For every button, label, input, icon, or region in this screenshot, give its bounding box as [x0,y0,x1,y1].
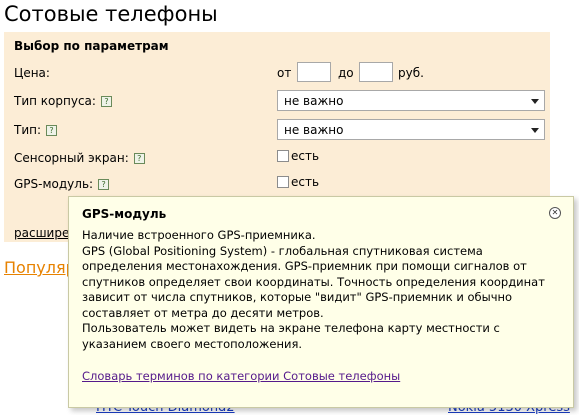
help-icon[interactable]: ? [46,125,58,136]
price-label: Цена: [14,66,50,80]
body-type-label-text: Тип корпуса: [14,94,96,108]
tooltip-paragraph: Наличие встроенного GPS-приемника. [82,228,316,242]
type-label: Тип:? [14,123,58,137]
type-select[interactable]: не важно [277,119,545,140]
touchscreen-label-text: Сенсорный экран: [14,151,129,165]
filter-heading: Выбор по параметрам [14,39,169,53]
gps-checkbox[interactable]: есть [277,175,319,189]
price-currency: руб. [398,66,424,80]
price-from-label: от [277,66,292,80]
touchscreen-checkbox[interactable]: есть [277,149,319,163]
touchscreen-checkbox-label: есть [291,149,320,163]
help-icon[interactable]: ? [133,153,145,164]
type-selected-value: не важно [284,123,344,137]
page-title: Сотовые телефоны [4,2,218,26]
touchscreen-label: Сенсорный экран:? [14,151,145,165]
gps-help-tooltip: GPS-модуль ✕ Наличие встроенного GPS-при… [68,196,574,408]
help-icon[interactable]: ? [100,96,112,107]
gps-label: GPS-модуль:? [14,177,110,191]
body-type-select[interactable]: не важно [277,90,545,111]
checkbox-box[interactable] [277,176,289,188]
tooltip-title: GPS-модуль [82,207,167,221]
tooltip-paragraph: Пользователь может видеть на экране теле… [82,321,500,351]
price-to-label: до [338,66,354,80]
price-to-input[interactable] [359,62,393,82]
glossary-link[interactable]: Словарь терминов по категории Сотовые те… [82,369,400,383]
gps-label-text: GPS-модуль: [14,177,94,191]
type-label-text: Тип: [14,123,42,137]
price-from-input[interactable] [297,62,331,82]
popular-heading-link[interactable]: Популяр [4,258,76,277]
chevron-down-icon [531,99,539,104]
body-type-label: Тип корпуса:? [14,94,112,108]
body-type-selected-value: не важно [284,94,344,108]
help-icon[interactable]: ? [98,179,110,190]
checkbox-box[interactable] [277,150,289,162]
tooltip-body: Наличие встроенного GPS-приемника. GPS (… [82,228,554,352]
close-icon[interactable]: ✕ [549,207,561,219]
tooltip-paragraph: GPS (Global Positioning System) - глобал… [82,243,545,320]
chevron-down-icon [531,128,539,133]
gps-checkbox-label: есть [291,175,320,189]
